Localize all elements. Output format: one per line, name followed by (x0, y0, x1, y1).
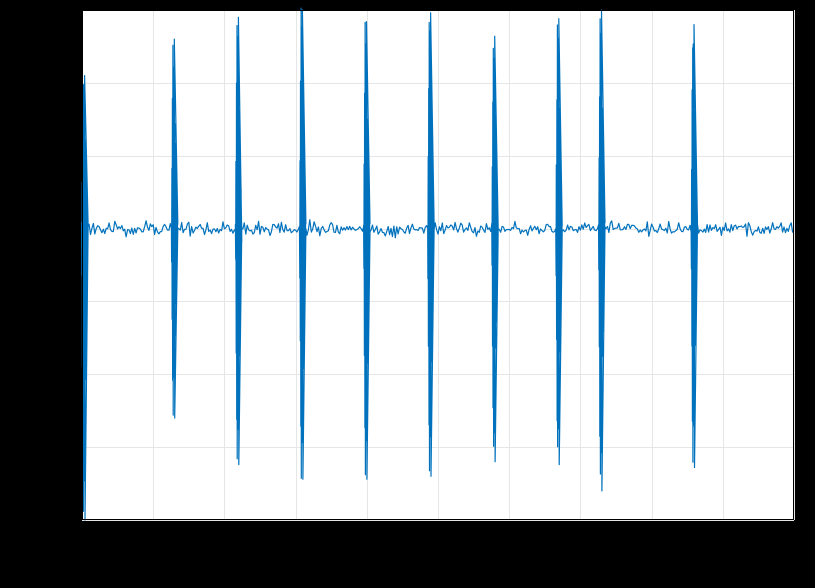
figure: Sample # Amplitude ×10^5 00.20.40.60.811… (0, 0, 815, 588)
y-tick-label: 1 (66, 74, 82, 91)
x-tick-label: 1.4 (570, 526, 591, 543)
grid-line-horizontal (82, 520, 794, 521)
x-tick-label: 0.6 (285, 526, 306, 543)
grid-line-vertical (794, 10, 795, 520)
x-axis-label: Sample # (406, 548, 469, 565)
signal-line (82, 10, 794, 520)
x-tick-label: 0.8 (356, 526, 377, 543)
y-tick-label: -0.5 (48, 293, 82, 310)
x-tick-label: 0.4 (214, 526, 235, 543)
plot-area (82, 10, 794, 520)
x-tick-label: 0 (78, 526, 86, 543)
x-tick-label: 1.8 (712, 526, 733, 543)
y-tick-label: -1.5 (48, 439, 82, 456)
x-tick-label: 1.2 (499, 526, 520, 543)
y-tick-label: -2 (61, 512, 82, 529)
x-tick-label: 1 (434, 526, 442, 543)
x-tick-label: 2 (790, 526, 798, 543)
x-tick-label: 0.2 (143, 526, 164, 543)
x-tick-label: 1.6 (641, 526, 662, 543)
y-tick-label: -1 (61, 366, 82, 383)
y-tick-label: 1.5 (53, 2, 82, 19)
y-tick-label: 0 (66, 220, 82, 237)
chart-axes (82, 10, 794, 520)
y-tick-label: 0.5 (53, 147, 82, 164)
x-axis-exponent: ×10^5 (758, 548, 796, 564)
